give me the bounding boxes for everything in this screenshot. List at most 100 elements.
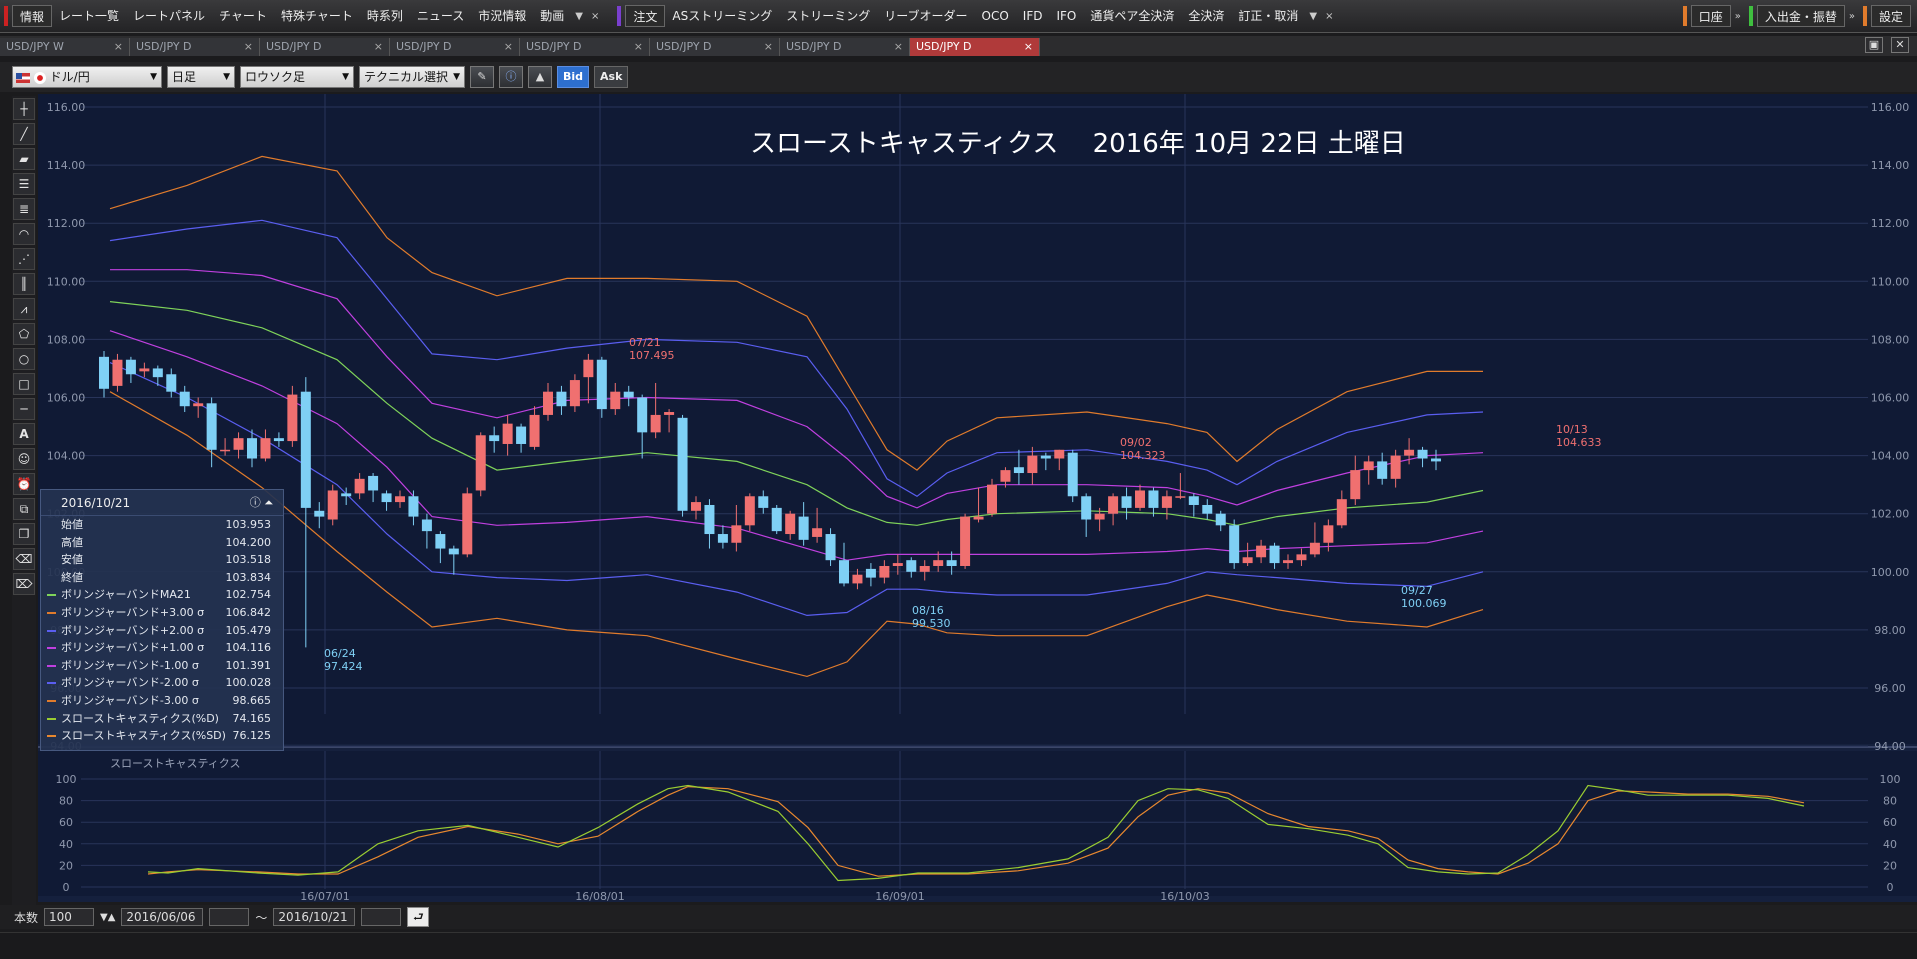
crosshair-icon[interactable]: ┼: [13, 98, 35, 120]
candle-body: [892, 563, 903, 566]
order-item-3[interactable]: リーブオーダー: [877, 5, 974, 27]
return-icon[interactable]: ⮐: [407, 907, 430, 927]
info-toggle-icon[interactable]: ⓘ ⏶: [250, 490, 273, 516]
chart-tab-2[interactable]: USD/JPY D ×: [260, 38, 390, 56]
paste-icon[interactable]: ❐: [13, 523, 35, 545]
tab-label: USD/JPY D: [266, 40, 322, 53]
horizontal-lines-icon[interactable]: ☰: [13, 173, 35, 195]
tab-close-icon[interactable]: ×: [764, 38, 773, 56]
menu-item-1[interactable]: レート一覧: [52, 5, 126, 27]
chart-tab-4[interactable]: USD/JPY D ×: [520, 38, 650, 56]
circle-icon[interactable]: ○: [13, 348, 35, 370]
order-item-6[interactable]: IFO: [1049, 5, 1083, 27]
maximize-icon[interactable]: ▣: [1865, 37, 1883, 53]
order-item-9[interactable]: 訂正・取消: [1231, 5, 1305, 27]
account-button[interactable]: 口座: [1690, 5, 1731, 27]
count-field[interactable]: 100: [44, 908, 95, 926]
order-item-1[interactable]: ASストリーミング: [665, 5, 779, 27]
currency-pair-select[interactable]: ドル/円 ▼: [12, 66, 162, 88]
order-item-4[interactable]: OCO: [975, 5, 1016, 27]
chart-tab-0[interactable]: USD/JPY W ×: [0, 38, 130, 56]
menu-item-4[interactable]: 特殊チャート: [274, 5, 360, 27]
mountain-chart-icon[interactable]: ▲: [528, 66, 552, 88]
stoch-tick-label: 80: [59, 795, 73, 808]
pencil-icon[interactable]: ✎: [470, 66, 494, 88]
bid-button[interactable]: Bid: [557, 66, 590, 88]
ruler-icon[interactable]: ▰: [13, 148, 35, 170]
window-close-icon[interactable]: ✕: [1891, 37, 1909, 53]
menu-item-0[interactable]: 情報: [12, 5, 53, 27]
chart-tab-5[interactable]: USD/JPY D ×: [650, 38, 780, 56]
ask-button[interactable]: Ask: [594, 66, 629, 88]
chart-tab-7[interactable]: USD/JPY D ×: [910, 38, 1040, 56]
order-item-2[interactable]: ストリーミング: [779, 5, 877, 27]
tab-close-icon[interactable]: ×: [504, 38, 513, 56]
chart-tab-6[interactable]: USD/JPY D ×: [780, 38, 910, 56]
period-select[interactable]: 日足 ▼: [167, 66, 235, 88]
menu-item-2[interactable]: レートパネル: [126, 5, 212, 27]
menu-item-3[interactable]: チャート: [212, 5, 274, 27]
candle-body: [233, 438, 244, 450]
order-more-arrow[interactable]: ▼: [1305, 11, 1321, 22]
tab-close-icon[interactable]: ×: [1024, 38, 1033, 56]
fibonacci-arc-icon[interactable]: ◠: [13, 223, 35, 245]
chart-style-select[interactable]: ロウソク足 ▼: [240, 66, 354, 88]
trendline-icon[interactable]: ╱: [13, 123, 35, 145]
order-close-icon[interactable]: ×: [1321, 11, 1337, 22]
chevrons-icon[interactable]: »: [1731, 11, 1745, 22]
to-date-field[interactable]: 2016/10/21: [273, 908, 356, 926]
emoji-icon[interactable]: ☺: [13, 448, 35, 470]
menu-close-icon[interactable]: ×: [587, 11, 603, 22]
erase-all-icon[interactable]: ⌦: [13, 573, 35, 595]
chart-tab-3[interactable]: USD/JPY D ×: [390, 38, 520, 56]
data-row-label: ボリンジャーバンド-2.00 σ: [61, 676, 199, 690]
copy-icon[interactable]: ⧉: [13, 498, 35, 520]
deposit-button[interactable]: 入出金・振替: [1756, 5, 1845, 27]
order-item-8[interactable]: 全決済: [1181, 5, 1231, 27]
candle-body: [1390, 455, 1401, 479]
from-time-field[interactable]: [209, 908, 250, 926]
vertical-lines-icon[interactable]: ║: [13, 273, 35, 295]
candle-body: [812, 528, 823, 537]
candle-body: [1202, 504, 1213, 514]
y-tick-label-right: 108.00: [1871, 333, 1910, 346]
menu-item-5[interactable]: 時系列: [360, 5, 410, 27]
pitchfork-icon[interactable]: ⩘: [13, 298, 35, 320]
fan-lines-icon[interactable]: ⋰: [13, 248, 35, 270]
count-stepper-icon[interactable]: ▼▲: [100, 912, 115, 923]
technical-select[interactable]: テクニカル選択 ▼: [359, 66, 465, 88]
info-icon[interactable]: ⓘ: [499, 66, 523, 88]
rectangle-icon[interactable]: □: [13, 373, 35, 395]
pentagon-icon[interactable]: ⬠: [13, 323, 35, 345]
from-date-field[interactable]: 2016/06/06: [121, 908, 204, 926]
order-item-7[interactable]: 通貨ペア全決済: [1083, 5, 1181, 27]
tab-close-icon[interactable]: ×: [114, 38, 123, 56]
chart-tab-1[interactable]: USD/JPY D ×: [130, 38, 260, 56]
data-row: スローストキャスティクス(%SD) 76.125: [41, 727, 283, 745]
menu-item-6[interactable]: ニュース: [410, 5, 471, 27]
order-item-0[interactable]: 注文: [625, 5, 666, 27]
menu-more-arrow[interactable]: ▼: [571, 11, 587, 22]
candle-body: [368, 475, 379, 491]
menu-item-7[interactable]: 市況情報: [471, 5, 533, 27]
tab-close-icon[interactable]: ×: [374, 38, 383, 56]
y-tick-label-right: 102.00: [1871, 508, 1910, 521]
chart-area[interactable]: スローストキャスティクス 2016年 10月 22日 土曜日 06/2497.4…: [38, 94, 1917, 902]
eraser-icon[interactable]: ⌫: [13, 548, 35, 570]
hline-icon[interactable]: ─: [13, 398, 35, 420]
to-time-field[interactable]: [361, 908, 402, 926]
tab-close-icon[interactable]: ×: [244, 38, 253, 56]
menu-item-8[interactable]: 動画: [533, 5, 571, 27]
tab-close-icon[interactable]: ×: [894, 38, 903, 56]
alarm-clock-icon[interactable]: ⏰: [13, 473, 35, 495]
candle-body: [1013, 467, 1024, 474]
order-item-5[interactable]: IFD: [1016, 5, 1050, 27]
tab-close-icon[interactable]: ×: [634, 38, 643, 56]
chevrons-icon-2[interactable]: »: [1845, 11, 1859, 22]
annotation-date: 09/27: [1401, 584, 1433, 597]
text-icon[interactable]: A: [13, 423, 35, 445]
settings-button[interactable]: 設定: [1870, 5, 1911, 27]
tab-label: USD/JPY W: [6, 40, 64, 53]
channel-lines-icon[interactable]: ≣: [13, 198, 35, 220]
candle-body: [1404, 449, 1415, 456]
